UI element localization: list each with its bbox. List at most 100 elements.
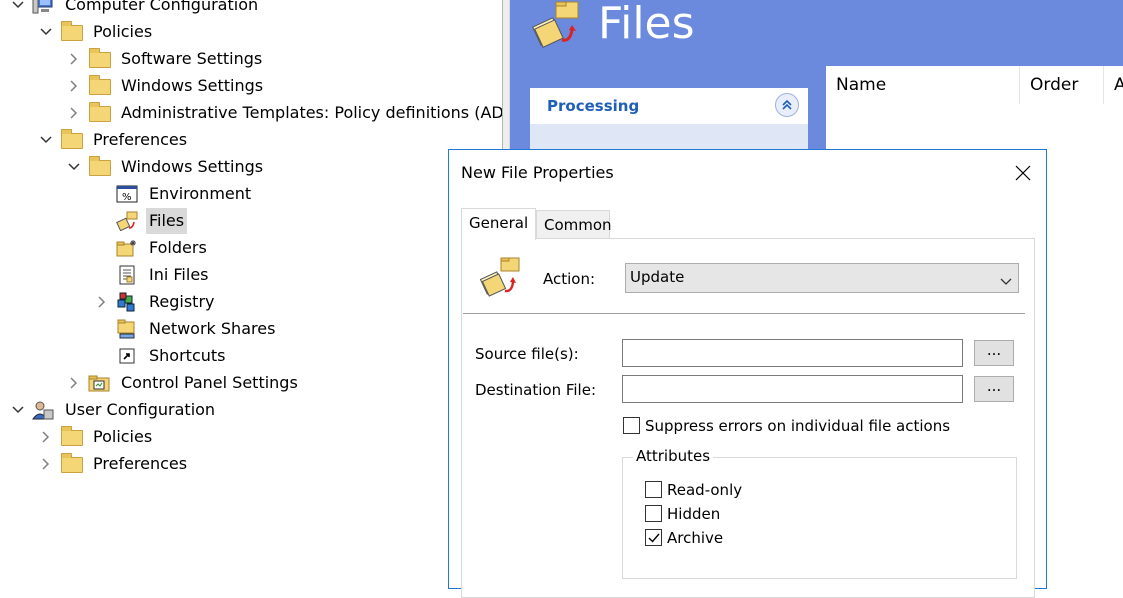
- chevron-right-icon[interactable]: [66, 46, 82, 72]
- environment-icon: %: [116, 184, 138, 204]
- tree-item-label: Control Panel Settings: [121, 373, 298, 392]
- chevron-right-icon[interactable]: [38, 451, 54, 477]
- tree-item[interactable]: Registry: [94, 289, 218, 315]
- tree-item[interactable]: Network Shares: [94, 316, 278, 342]
- files-icon: [116, 211, 138, 232]
- destination-file-label: Destination File:: [475, 381, 596, 399]
- action-dropdown[interactable]: Update: [625, 263, 1019, 293]
- folder-icon: [88, 75, 111, 96]
- action-selected-value: Update: [630, 268, 685, 286]
- folder-icon: [88, 102, 111, 123]
- read-only-checkbox[interactable]: [645, 481, 662, 498]
- chevron-down-icon[interactable]: [66, 154, 82, 180]
- column-header-order[interactable]: Order: [1020, 66, 1104, 104]
- chevron-right-icon[interactable]: [38, 424, 54, 450]
- registry-icon: [116, 292, 138, 312]
- checkmark-icon: [648, 533, 660, 543]
- tree-item[interactable]: Software Settings: [66, 46, 265, 72]
- tree-item[interactable]: Windows Settings: [66, 154, 266, 180]
- ini-file-icon: [116, 265, 138, 285]
- source-browse-button[interactable]: ...: [974, 340, 1014, 366]
- tab-general[interactable]: General: [461, 208, 536, 240]
- tree-item-label: Windows Settings: [121, 76, 264, 95]
- attributes-group: Attributes Read-only Hidden Archive: [622, 447, 1017, 579]
- tree-item-label: Software Settings: [121, 49, 263, 68]
- chevron-right-icon[interactable]: [94, 289, 110, 315]
- tree-item[interactable]: Control Panel Settings: [66, 370, 301, 396]
- close-icon[interactable]: [1000, 150, 1046, 196]
- tree-item-label: Environment: [149, 184, 252, 203]
- suppress-errors-checkbox[interactable]: [623, 417, 640, 434]
- tree-item[interactable]: Windows Settings: [66, 73, 266, 99]
- new-file-properties-dialog: New File Properties General Common Actio…: [448, 149, 1047, 598]
- action-label: Action:: [543, 270, 596, 288]
- destination-browse-button[interactable]: ...: [974, 376, 1014, 402]
- svg-text:%: %: [122, 192, 132, 203]
- tree-item[interactable]: % Environment: [94, 181, 254, 207]
- read-only-label: Read-only: [667, 481, 743, 499]
- tree-item[interactable]: User Configuration: [10, 397, 218, 423]
- general-tab-page: Action: Update Source file(s): ... Desti…: [461, 238, 1035, 598]
- network-share-icon: [116, 319, 138, 339]
- chevron-right-icon[interactable]: [66, 73, 82, 99]
- chevron-right-icon[interactable]: [66, 100, 82, 126]
- tree-item[interactable]: Policies: [38, 19, 155, 45]
- tree-item[interactable]: Preferences: [38, 127, 190, 153]
- tree-item-label: Administrative Templates: Policy definit…: [121, 103, 502, 122]
- dialog-title: New File Properties: [461, 163, 614, 182]
- folder-icon: [60, 129, 83, 150]
- processing-label: Processing: [547, 97, 640, 115]
- hidden-label: Hidden: [667, 505, 721, 523]
- processing-panel-header[interactable]: Processing: [530, 88, 808, 124]
- folder-icon: [88, 48, 111, 69]
- tree-item[interactable]: Preferences: [38, 451, 190, 477]
- tree-item-label: Folders: [149, 238, 207, 257]
- collapse-chevron-icon[interactable]: [775, 93, 799, 117]
- tree-item[interactable]: Shortcuts: [94, 343, 228, 369]
- user-icon: [32, 400, 54, 420]
- folder-icon: [60, 21, 83, 42]
- column-header-action[interactable]: A: [1104, 66, 1123, 104]
- suppress-errors-label: Suppress errors on individual file actio…: [645, 417, 951, 435]
- source-files-input[interactable]: [622, 339, 963, 367]
- folder-icon: [60, 426, 83, 447]
- column-header-name[interactable]: Name: [826, 66, 1020, 104]
- chevron-down-icon[interactable]: [38, 127, 54, 153]
- files-icon: [477, 255, 523, 301]
- tree-item-label: User Configuration: [65, 400, 216, 419]
- archive-checkbox[interactable]: [645, 529, 662, 546]
- tree-item[interactable]: Policies: [38, 424, 155, 450]
- tree-item[interactable]: Computer Configuration: [10, 0, 261, 18]
- tree-item-label: Policies: [93, 22, 153, 41]
- chevron-down-icon[interactable]: [10, 0, 26, 18]
- attributes-legend: Attributes: [633, 447, 714, 465]
- shortcut-icon: [116, 346, 138, 366]
- chevron-down-icon[interactable]: [38, 19, 54, 45]
- tree-item-label: Shortcuts: [149, 346, 226, 365]
- tree-item-label: Network Shares: [149, 319, 276, 338]
- chevron-down-icon[interactable]: [10, 397, 26, 423]
- tree-item[interactable]: Folders: [94, 235, 210, 261]
- tree-item-label: Computer Configuration: [65, 0, 259, 14]
- hidden-checkbox[interactable]: [645, 505, 662, 522]
- destination-file-input[interactable]: [622, 375, 963, 403]
- tree-item[interactable]: Ini Files: [94, 262, 212, 288]
- source-files-label: Source file(s):: [475, 345, 579, 363]
- tree-item-label: Windows Settings: [121, 157, 264, 176]
- tree-item[interactable]: Administrative Templates: Policy definit…: [66, 100, 502, 126]
- tree-view: Computer Configuration Policies Software S…: [0, 0, 502, 582]
- tree-item-label: Ini Files: [149, 265, 209, 284]
- tab-common[interactable]: Common: [536, 210, 612, 238]
- tree-item-label: Preferences: [93, 454, 188, 473]
- chevron-down-icon: [1000, 272, 1012, 291]
- folder-icon: [60, 453, 83, 474]
- chevron-right-icon[interactable]: [66, 370, 82, 396]
- tree-item[interactable]: Files: [94, 208, 188, 234]
- divider: [463, 313, 1025, 314]
- folders-icon: [116, 238, 138, 258]
